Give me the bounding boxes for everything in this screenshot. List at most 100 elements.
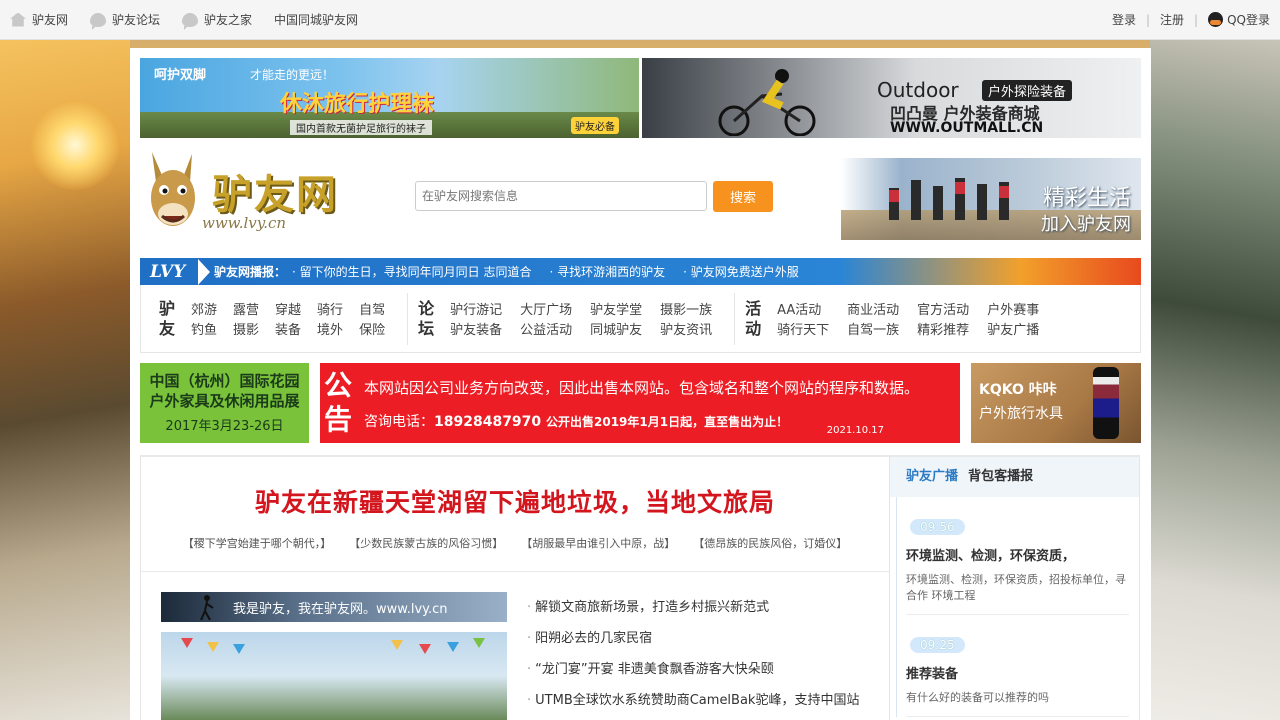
notice-phone-label: 咨询电话： bbox=[364, 414, 434, 430]
news-item[interactable]: UTMB全球饮水系统赞助商CamelBak驼峰，支持中国站 bbox=[527, 685, 859, 716]
category-link[interactable]: 穿越 bbox=[275, 299, 301, 319]
related-link[interactable]: 【胡服最早由谁引入中原，战】 bbox=[521, 535, 675, 551]
news-photo[interactable] bbox=[161, 632, 507, 720]
related-link[interactable]: 【少数民族蒙古族的风俗习惯】 bbox=[349, 535, 503, 551]
category-link[interactable]: 摄影一族 bbox=[660, 299, 712, 319]
background-right-scenery bbox=[1150, 40, 1280, 720]
category-link[interactable]: 骑行 bbox=[317, 299, 343, 319]
socks-badge: 驴友必备 bbox=[571, 117, 619, 134]
related-link[interactable]: 【德昂族的民族风俗，订婚仪】 bbox=[693, 535, 847, 551]
register-link[interactable]: 注册 bbox=[1160, 11, 1184, 28]
topnav-forum[interactable]: 驴友论坛 bbox=[90, 11, 160, 30]
category-link[interactable]: 驴行游记 bbox=[450, 299, 502, 319]
top-nav: 驴友网 驴友论坛 驴友之家 中国同城驴友网 bbox=[10, 11, 380, 30]
account-links: 登录 | 注册 | QQ登录 bbox=[1112, 11, 1270, 28]
news-block: 我是驴友，我在驴友网。www.lvy.cn 解锁文商旅新场景，打造乡村振兴新范式 bbox=[141, 572, 889, 720]
topnav-home2[interactable]: 驴友之家 bbox=[182, 11, 253, 30]
category-link[interactable]: 境外 bbox=[317, 319, 343, 339]
topnav-home[interactable]: 驴友网 bbox=[10, 11, 68, 28]
chat-icon bbox=[182, 12, 199, 30]
ticker-brand: LVY bbox=[150, 261, 186, 282]
hiker-icon bbox=[200, 595, 214, 620]
category-link[interactable]: 驴友资讯 bbox=[660, 319, 712, 339]
notice-text: 本网站因公司业务方向改变，因此出售本网站。包含域名和整个网站的程序和数据。 bbox=[364, 379, 920, 397]
category-link[interactable]: 钓鱼 bbox=[191, 319, 217, 339]
bunting-flag bbox=[473, 638, 485, 648]
outdoor-brand-tag: 户外探险装备 bbox=[982, 80, 1073, 101]
outdoor-banner-ad[interactable]: Outdoor 户外探险装备 凹凸曼 户外装备商城 WWW.OUTMALL.CN bbox=[642, 58, 1141, 138]
expo-line-1: 中国（杭州）国际花园 bbox=[149, 372, 300, 390]
category-link[interactable]: 摄影 bbox=[233, 319, 259, 339]
search-button[interactable]: 搜索 bbox=[713, 181, 773, 212]
socks-title: 休沐旅行护理袜 bbox=[280, 92, 435, 117]
bunting-flag bbox=[207, 642, 219, 652]
broadcast-feed: 09:56 环境监测、检测，环保资质， 环境监测、检测，环保资质，招投标单位，寻… bbox=[890, 497, 1139, 717]
category-title: 活动 bbox=[745, 298, 762, 338]
category-link[interactable]: 自驾一族 bbox=[847, 319, 899, 339]
photo-slogan-text: 我是驴友，我在驴友网。www.lvy.cn bbox=[233, 602, 448, 617]
join-us-photo-banner[interactable]: 精彩生活 加入驴友网 bbox=[841, 158, 1141, 240]
related-link[interactable]: 【稷下学宫始建于哪个朝代，】 bbox=[183, 535, 332, 551]
notice-label: 公告 bbox=[324, 369, 353, 436]
feed-item: 09:56 环境监测、检测，环保资质， 环境监测、检测，环保资质，招投标单位，寻… bbox=[906, 497, 1129, 615]
qq-icon[interactable] bbox=[1208, 12, 1224, 27]
bottle-subtitle: 户外旅行水具 bbox=[979, 406, 1063, 422]
tab-backpacker-broadcast[interactable]: 背包客播报 bbox=[968, 469, 1033, 484]
category-link[interactable]: 商业活动 bbox=[847, 299, 899, 319]
news-item[interactable]: 阳朔必去的几家民宿 bbox=[527, 623, 859, 654]
category-link[interactable]: 驴友装备 bbox=[450, 319, 502, 339]
expo-date: 2017年3月23-26日 bbox=[165, 419, 284, 434]
ticker-item-text: 留下你的生日，寻找同年同月同日 志同道合 bbox=[299, 265, 532, 279]
ticker-item-text: 寻找环游湘西的驴友 bbox=[557, 265, 666, 279]
feed-title[interactable]: 推荐装备 bbox=[906, 663, 1129, 682]
expo-ad[interactable]: 中国（杭州）国际花园 户外家具及休闲用品展 2017年3月23-26日 bbox=[140, 363, 309, 443]
sidebar-tabs: 驴友广播 背包客播报 bbox=[890, 457, 1139, 497]
ticker-item[interactable]: · 留下你的生日，寻找同年同月同日 志同道合 bbox=[292, 263, 531, 280]
notice-sale-text: 公开出售2019年1月1日起，直至售出为止！ bbox=[546, 415, 789, 429]
headline-title[interactable]: 驴友在新疆天堂湖留下遍地垃圾，当地文旅局 bbox=[141, 483, 889, 519]
category-link[interactable]: 官方活动 bbox=[917, 299, 969, 319]
bottle-illustration bbox=[1093, 367, 1119, 439]
category-links: 郊游 钓鱼 露营 摄影 穿越 装备 骑行 境外 自驾 保险 bbox=[191, 299, 385, 339]
qq-login-link[interactable]: QQ登录 bbox=[1227, 11, 1270, 28]
socks-banner-ad[interactable]: 呵护双脚 才能走的更远！ 休沐旅行护理袜 国内首款无菌护足旅行的袜子 驴友必备 bbox=[140, 58, 639, 138]
topnav-local[interactable]: 中国同城驴友网 bbox=[274, 11, 358, 28]
ticker-label: 驴友网播报： bbox=[214, 265, 287, 279]
topnav-home2-label: 驴友之家 bbox=[204, 13, 253, 27]
topnav-home-label: 驴友网 bbox=[32, 13, 69, 27]
water-bottle-ad[interactable]: KQKO 咔咔 户外旅行水具 bbox=[971, 363, 1141, 443]
site-logo[interactable]: 驴友网 www.lvy.cn bbox=[140, 150, 340, 240]
ticker-item[interactable]: · 驴友网免费送户外服 bbox=[683, 263, 799, 280]
category-link[interactable]: 装备 bbox=[275, 319, 301, 339]
news-item[interactable]: “龙门宴”开宴 非遗美食飘香游客大快朵颐 bbox=[527, 654, 859, 685]
ticker-item[interactable]: · 寻找环游湘西的驴友 bbox=[549, 263, 665, 280]
category-link[interactable]: 露营 bbox=[233, 299, 259, 319]
tab-lvyou-broadcast[interactable]: 驴友广播 bbox=[906, 469, 958, 484]
feed-item: 09:25 推荐装备 有什么好的装备可以推荐的吗 bbox=[906, 615, 1129, 717]
category-link[interactable]: 保险 bbox=[359, 319, 385, 339]
category-link[interactable]: 户外赛事 bbox=[987, 299, 1039, 319]
photo-column: 我是驴友，我在驴友网。www.lvy.cn bbox=[161, 592, 507, 720]
category-link[interactable]: 同城驴友 bbox=[590, 319, 642, 339]
top-bar: 驴友网 驴友论坛 驴友之家 中国同城驴友网 登录 | 注册 | QQ登录 bbox=[0, 0, 1280, 40]
category-link[interactable]: 驴友学堂 bbox=[590, 299, 642, 319]
category-link[interactable]: 大厅广场 bbox=[520, 299, 572, 319]
bunting-flag bbox=[391, 640, 403, 650]
bunting-flag bbox=[447, 642, 459, 652]
news-item[interactable]: 解锁文商旅新场景，打造乡村振兴新范式 bbox=[527, 592, 859, 623]
category-link[interactable]: 骑行天下 bbox=[777, 319, 829, 339]
ad-row: 中国（杭州）国际花园 户外家具及休闲用品展 2017年3月23-26日 公告 本… bbox=[140, 363, 1141, 443]
photo-slogan-banner[interactable]: 我是驴友，我在驴友网。www.lvy.cn bbox=[161, 592, 507, 622]
category-link[interactable]: 驴友广播 bbox=[987, 319, 1039, 339]
category-link[interactable]: AA活动 bbox=[777, 299, 829, 319]
category-link[interactable]: 精彩推荐 bbox=[917, 319, 969, 339]
notice-date: 2021.10.17 bbox=[826, 425, 884, 436]
category-link[interactable]: 郊游 bbox=[191, 299, 217, 319]
site-sale-notice[interactable]: 公告 本网站因公司业务方向改变，因此出售本网站。包含域名和整个网站的程序和数据。… bbox=[320, 363, 960, 443]
category-link[interactable]: 公益活动 bbox=[520, 319, 572, 339]
search-input[interactable] bbox=[415, 181, 707, 211]
category-link[interactable]: 自驾 bbox=[359, 299, 385, 319]
login-link[interactable]: 登录 bbox=[1112, 11, 1136, 28]
photo-caption-2: 加入驴友网 bbox=[1041, 214, 1131, 235]
feed-title[interactable]: 环境监测、检测，环保资质， bbox=[906, 545, 1129, 564]
